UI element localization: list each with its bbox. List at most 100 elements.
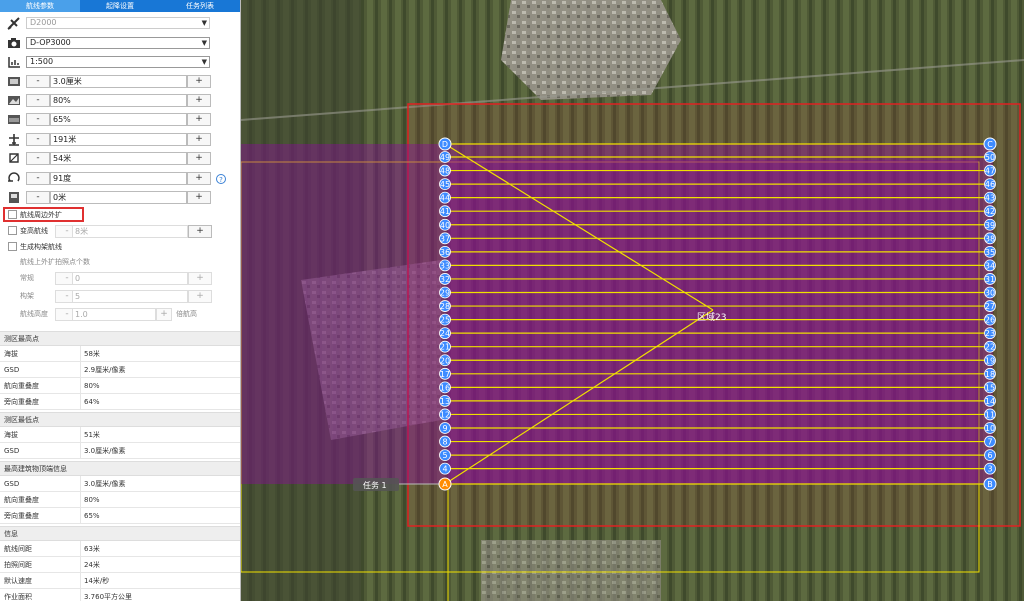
extend-plus-button[interactable]: + xyxy=(187,191,211,204)
task-label[interactable]: 任务 1 xyxy=(363,480,387,490)
extend-icon xyxy=(7,191,21,204)
generate-label: 生成构架航线 xyxy=(20,243,62,251)
altitude-input[interactable]: 191米 xyxy=(50,133,187,146)
map-view[interactable]: 区域23 任务 1 D C B A 49 50 48 47 45 46 44 43 41 42 40… xyxy=(241,0,1024,601)
info-key: GSD xyxy=(4,447,20,455)
info-divider xyxy=(80,508,81,524)
map-canvas[interactable]: 区域23 任务 1 D C B A 49 5048 4745 4644 4341 4240… xyxy=(241,0,1024,601)
frame-input[interactable]: 5 xyxy=(72,290,188,303)
altitude-minus-button[interactable]: - xyxy=(26,133,50,146)
info-value: 14米/秒 xyxy=(84,577,110,585)
generate-checkbox[interactable] xyxy=(8,242,17,251)
info-value: 2.9厘米/像素 xyxy=(84,366,126,374)
camera-select[interactable]: D-OP3000 ▼ xyxy=(26,37,210,49)
side-overlap-plus-button[interactable]: + xyxy=(187,113,211,126)
spacing-minus-button[interactable]: - xyxy=(26,152,50,165)
info-value: 63米 xyxy=(84,545,100,553)
normal-input[interactable]: 0 xyxy=(72,272,188,285)
forward-overlap-input[interactable]: 80% xyxy=(50,94,187,107)
info-value: 64% xyxy=(84,398,100,406)
tab-takeoff-landing[interactable]: 起降设置 xyxy=(80,0,160,12)
aircraft-select[interactable]: D2000 ▼ xyxy=(26,17,210,29)
forward-overlap-icon xyxy=(7,94,21,107)
side-overlap-row: - 65% + xyxy=(0,111,240,128)
scale-icon xyxy=(7,56,21,69)
expand-checkbox[interactable] xyxy=(8,210,17,219)
spacing-plus-button[interactable]: + xyxy=(187,152,211,165)
waypoint-label: 46 xyxy=(985,180,995,189)
heading-rotate-icon xyxy=(7,172,21,185)
spacing-input[interactable]: 54米 xyxy=(50,152,187,165)
waypoint-label: 4 xyxy=(442,465,447,474)
altitude-plane-icon xyxy=(7,133,21,146)
frame-plus-button[interactable]: + xyxy=(188,290,212,303)
waypoint-label: 48 xyxy=(440,167,450,176)
extend-input[interactable]: 0米 xyxy=(50,191,187,204)
info-key: 海拔 xyxy=(4,431,18,439)
info-divider xyxy=(80,346,81,362)
heading-input[interactable]: 91度 xyxy=(50,172,187,185)
aircraft-icon xyxy=(7,17,21,30)
outward-label: 航线上外扩拍照点个数 xyxy=(20,258,90,266)
info-value: 3.760平方公里 xyxy=(84,593,133,601)
waypoint-label: 5 xyxy=(442,451,447,460)
extend-minus-button[interactable]: - xyxy=(26,191,50,204)
info-key: 拍照间距 xyxy=(4,561,32,569)
info-divider xyxy=(80,573,81,589)
heading-minus-button[interactable]: - xyxy=(26,172,50,185)
info-value: 65% xyxy=(84,512,100,520)
altitude-plus-button[interactable]: + xyxy=(187,133,211,146)
waypoint-label: 7 xyxy=(987,438,992,447)
heading-plus-button[interactable]: + xyxy=(187,172,211,185)
flight-param-panel: 航线参数 起降设置 任务列表 D2000 ▼ D-OP3000 ▼ 1:500 ▼ -… xyxy=(0,0,241,601)
info-key: 默认速度 xyxy=(4,577,32,585)
waypoint-label: 37 xyxy=(440,234,450,243)
variable-height-input[interactable]: 8米 xyxy=(72,225,188,238)
waypoint-label: 9 xyxy=(442,424,447,433)
tab-task-list[interactable]: 任务列表 xyxy=(160,0,240,12)
info-value: 58米 xyxy=(84,350,100,358)
side-overlap-minus-button[interactable]: - xyxy=(26,113,50,126)
height-row: 航线高度 - 1.0 + 倍航高 xyxy=(0,306,240,323)
forward-overlap-plus-button[interactable]: + xyxy=(187,94,211,107)
town-area xyxy=(501,0,681,100)
info-divider xyxy=(80,362,81,378)
height-input[interactable]: 1.0 xyxy=(72,308,156,321)
variable-height-plus-button[interactable]: + xyxy=(188,225,212,238)
waypoint-label: 16 xyxy=(440,383,450,392)
gsd-plus-button[interactable]: + xyxy=(187,75,211,88)
scale-select[interactable]: 1:500 ▼ xyxy=(26,56,210,68)
frame-label: 构架 xyxy=(20,292,34,300)
gsd-minus-button[interactable]: - xyxy=(26,75,50,88)
waypoint-label: 26 xyxy=(985,316,995,325)
waypoint-label: 12 xyxy=(440,410,450,419)
variable-height-checkbox[interactable] xyxy=(8,226,17,235)
tab-flight-params[interactable]: 航线参数 xyxy=(0,0,80,12)
waypoint-label: 15 xyxy=(985,383,995,392)
info-divider xyxy=(80,492,81,508)
normal-plus-button[interactable]: + xyxy=(188,272,212,285)
info-key: 旁向重叠度 xyxy=(4,512,39,520)
altitude-row: - 191米 + xyxy=(0,131,240,148)
height-label: 航线高度 xyxy=(20,310,48,318)
forward-overlap-minus-button[interactable]: - xyxy=(26,94,50,107)
gsd-input[interactable]: 3.0厘米 xyxy=(50,75,187,88)
waypoint-label: 25 xyxy=(440,316,450,325)
height-unit: 倍航高 xyxy=(176,310,197,318)
waypoint-label: 8 xyxy=(442,438,447,447)
waypoint-label: 13 xyxy=(440,397,450,406)
waypoint-label: 36 xyxy=(440,248,450,257)
waypoint-label: 50 xyxy=(985,153,995,162)
height-plus-button[interactable]: + xyxy=(156,308,172,321)
side-overlap-input[interactable]: 65% xyxy=(50,113,187,126)
info-key: 航向重叠度 xyxy=(4,382,39,390)
waypoint-label: 29 xyxy=(440,289,450,298)
heading-row: - 91度 + xyxy=(0,170,240,187)
info-divider xyxy=(80,541,81,557)
variable-height-label: 变高航线 xyxy=(20,227,48,235)
frame-row: 构架 - 5 + xyxy=(0,288,240,305)
expand-label: 航线周边外扩 xyxy=(20,211,62,219)
info-row: 默认速度 14米/秒 xyxy=(0,573,240,589)
help-icon[interactable]: ? xyxy=(216,174,226,184)
normal-label: 常规 xyxy=(20,274,34,282)
